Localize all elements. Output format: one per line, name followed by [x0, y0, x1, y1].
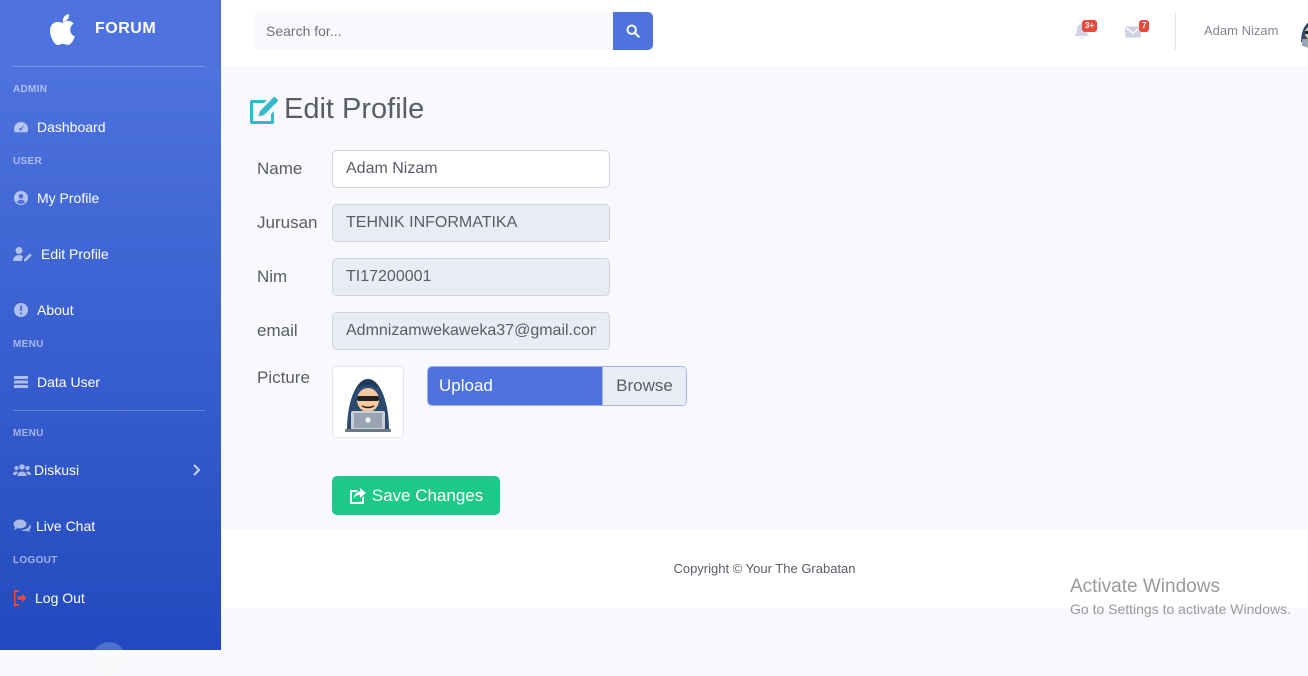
sidebar: FORUM ADMIN Dashboard USER My Profile Ed… — [0, 0, 221, 676]
sidebar-item-label: About — [37, 302, 74, 318]
windows-activation-watermark: Activate Windows Go to Settings to activ… — [1070, 576, 1291, 618]
picture-label: Picture — [257, 368, 310, 387]
apple-logo-icon — [50, 14, 75, 45]
sidebar-item-label: Diskusi — [34, 462, 80, 478]
sidebar-item-label: Data User — [37, 374, 101, 390]
sign-out-icon — [13, 590, 29, 606]
sidebar-item-my-profile[interactable]: My Profile — [13, 186, 208, 210]
nim-label: Nim — [257, 267, 288, 286]
section-heading-admin: ADMIN — [13, 84, 48, 95]
browse-button[interactable]: Browse — [602, 367, 686, 405]
messages-dropdown[interactable]: 7 — [1123, 0, 1153, 66]
hacker-avatar-icon — [1293, 12, 1308, 48]
share-square-icon — [349, 487, 366, 504]
sidebar-item-label: Dashboard — [37, 119, 106, 135]
section-heading-logout: LOGOUT — [13, 555, 58, 566]
section-heading-user: USER — [13, 156, 42, 167]
name-input[interactable] — [332, 150, 610, 188]
search-input[interactable] — [254, 12, 614, 50]
hacker-avatar-icon — [345, 379, 391, 432]
sidebar-item-label: My Profile — [37, 190, 100, 206]
messages-count-badge: 7 — [1139, 20, 1150, 32]
alerts-count-badge: 3+ — [1082, 20, 1098, 32]
activate-windows-title: Activate Windows — [1070, 576, 1220, 597]
main-content: Edit Profile Name Jurusan Nim email Pict… — [221, 66, 1308, 530]
table-icon — [13, 374, 29, 390]
jurusan-label: Jurusan — [257, 213, 318, 232]
sidebar-item-label: Edit Profile — [41, 246, 109, 262]
edit-icon — [250, 96, 278, 124]
sidebar-divider — [13, 66, 205, 67]
file-upload[interactable]: Upload Browse — [427, 366, 687, 406]
upload-label[interactable]: Upload — [428, 367, 602, 405]
search-icon — [626, 24, 640, 38]
user-dropdown[interactable]: Adam Nizam — [1196, 0, 1308, 66]
user-circle-icon — [13, 190, 29, 206]
chevron-right-icon — [193, 464, 201, 476]
name-label: Name — [257, 159, 303, 178]
user-edit-icon — [13, 246, 33, 262]
search-button[interactable] — [613, 12, 653, 50]
page-title-text: Edit Profile — [284, 93, 425, 125]
user-name: Adam Nizam — [1204, 23, 1279, 38]
sidebar-item-live-chat[interactable]: Live Chat — [13, 514, 208, 538]
users-icon — [13, 462, 31, 478]
sidebar-item-label: Log Out — [35, 590, 85, 606]
sidebar-item-label: Live Chat — [36, 518, 96, 534]
sidebar-item-diskusi[interactable]: Diskusi — [13, 458, 208, 482]
page-title: Edit Profile — [248, 93, 424, 126]
save-changes-button[interactable]: Save Changes — [332, 476, 500, 515]
tachometer-icon — [13, 119, 29, 135]
section-heading-menu: MENU — [13, 428, 44, 439]
brand-name: FORUM — [95, 20, 157, 37]
comments-icon — [13, 518, 31, 534]
alerts-dropdown[interactable]: 3+ — [1072, 0, 1102, 66]
sidebar-item-log-out[interactable]: Log Out — [13, 586, 208, 610]
sidebar-brand[interactable]: FORUM — [0, 0, 221, 62]
topbar-divider — [1175, 12, 1176, 50]
sidebar-toggle-button[interactable] — [92, 642, 126, 676]
section-heading-menu: MENU — [13, 339, 44, 350]
save-changes-label: Save Changes — [371, 485, 484, 505]
profile-picture-preview — [332, 366, 404, 438]
user-avatar — [1293, 12, 1308, 48]
topbar: 3+ 7 Adam Nizam — [221, 0, 1308, 66]
jurusan-input — [332, 204, 610, 242]
search-form — [254, 12, 654, 50]
sidebar-item-data-user[interactable]: Data User — [13, 370, 208, 394]
activate-windows-subtitle: Go to Settings to activate Windows. — [1070, 601, 1291, 617]
sidebar-item-edit-profile[interactable]: Edit Profile — [13, 242, 208, 266]
copyright-text: Copyright © Your The Grabatan — [673, 561, 856, 576]
sidebar-item-about[interactable]: About — [13, 298, 208, 322]
sidebar-divider — [13, 410, 205, 411]
email-input — [332, 312, 610, 350]
sidebar-item-dashboard[interactable]: Dashboard — [13, 115, 208, 139]
info-circle-icon — [13, 302, 29, 318]
nim-input — [332, 258, 610, 296]
email-label: email — [257, 321, 298, 340]
